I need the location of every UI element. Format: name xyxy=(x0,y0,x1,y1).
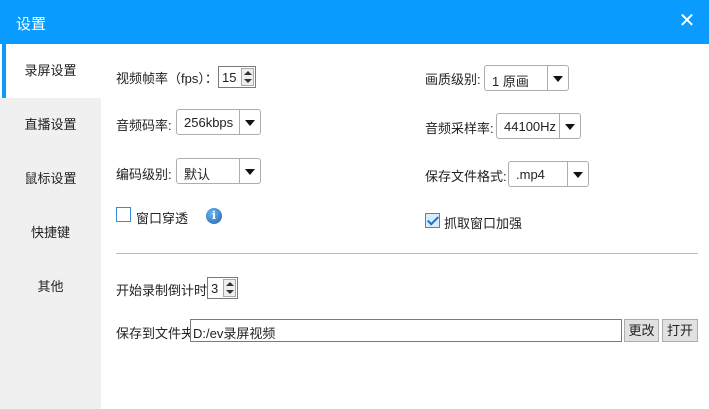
chevron-down-icon xyxy=(239,159,260,183)
sidebar-item-record[interactable]: 录屏设置 xyxy=(0,44,101,98)
info-icon[interactable]: i xyxy=(206,208,222,224)
encode-select[interactable]: 默认 xyxy=(176,158,261,184)
sidebar-item-live[interactable]: 直播设置 xyxy=(0,98,101,152)
fps-value: 15 xyxy=(222,70,237,85)
quality-select[interactable]: 1 原画 xyxy=(484,65,569,91)
format-value: .mp4 xyxy=(516,167,545,182)
countdown-value: 3 xyxy=(211,281,219,296)
encode-value: 默认 xyxy=(184,167,211,182)
samplerate-select[interactable]: 44100Hz xyxy=(496,113,581,139)
capture-enhance-label: 抓取窗口加强 xyxy=(444,216,523,231)
encode-label: 编码级别: xyxy=(116,167,172,182)
quality-label: 画质级别: xyxy=(425,72,481,87)
countdown-stepper[interactable]: 3 xyxy=(207,277,238,299)
capture-enhance-checkbox[interactable] xyxy=(425,213,440,228)
chevron-down-icon xyxy=(559,114,580,138)
sidebar-item-hotkeys[interactable]: 快捷键 xyxy=(0,206,101,260)
quality-value: 1 原画 xyxy=(492,74,529,89)
format-select[interactable]: .mp4 xyxy=(508,161,589,187)
sidebar-item-mouse[interactable]: 鼠标设置 xyxy=(0,152,101,206)
folder-label: 保存到文件夹: xyxy=(116,326,198,341)
sidebar-item-other[interactable]: 其他 xyxy=(0,260,101,314)
title-bar xyxy=(0,0,709,44)
fps-stepper[interactable]: 15 xyxy=(218,66,256,88)
bitrate-value: 256kbps xyxy=(184,115,234,130)
samplerate-value: 44100Hz xyxy=(504,119,557,134)
bitrate-select[interactable]: 256kbps xyxy=(176,109,261,135)
window-title: 设置 xyxy=(16,16,47,33)
passthrough-checkbox[interactable] xyxy=(116,207,131,222)
fps-label: 视频帧率（fps）： xyxy=(116,71,218,86)
chevron-down-icon xyxy=(547,66,568,90)
open-folder-button[interactable]: 打开 xyxy=(662,319,698,342)
chevron-down-icon xyxy=(239,110,260,134)
folder-path-input[interactable]: D:/ev录屏视频 xyxy=(190,319,622,342)
spin-arrows-icon[interactable] xyxy=(241,68,254,86)
spin-arrows-icon[interactable] xyxy=(223,279,236,297)
passthrough-label: 窗口穿透 xyxy=(136,211,189,226)
chevron-down-icon xyxy=(567,162,588,186)
sidebar: 录屏设置 直播设置 鼠标设置 快捷键 其他 xyxy=(0,44,101,409)
countdown-label: 开始录制倒计时: xyxy=(116,283,211,298)
change-folder-button[interactable]: 更改 xyxy=(624,319,659,342)
samplerate-label: 音频采样率: xyxy=(425,121,494,136)
bitrate-label: 音频码率: xyxy=(116,118,172,133)
close-icon[interactable]: ✕ xyxy=(676,10,698,32)
format-label: 保存文件格式: xyxy=(425,169,507,184)
divider xyxy=(116,253,698,254)
